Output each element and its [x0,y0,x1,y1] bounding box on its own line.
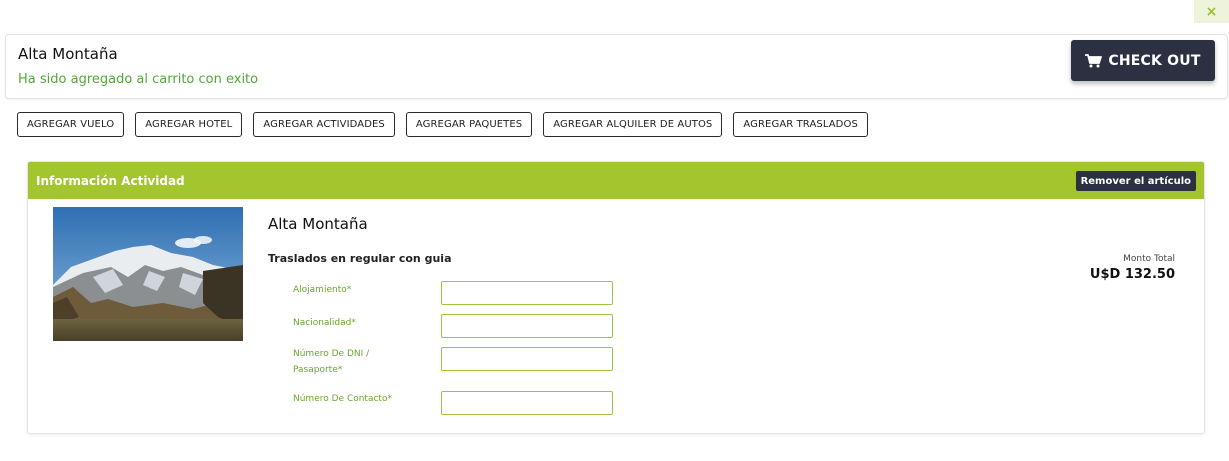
mountain-photo [53,207,243,341]
lodging-label: Alojamiento* [293,285,352,295]
add-activities-button[interactable]: AGREGAR ACTIVIDADES [253,112,395,137]
add-flight-button[interactable]: AGREGAR VUELO [17,112,125,137]
cart-notification: Alta Montaña Ha sido agregado al carrito… [5,34,1228,99]
activity-card-header-title: Información Actividad [36,173,185,188]
add-transfers-button[interactable]: AGREGAR TRASLADOS [733,112,868,137]
nationality-input[interactable] [441,314,613,338]
remove-item-button[interactable]: Remover el artículo [1075,171,1196,191]
activity-subtitle: Traslados en regular con guia [268,252,452,265]
activity-card: Información Actividad Remover el artícul… [27,161,1205,434]
activity-card-header: Información Actividad Remover el artícul… [28,162,1204,199]
close-icon[interactable]: × [1194,0,1229,23]
notification-title: Alta Montaña [18,45,118,63]
activity-title: Alta Montaña [268,215,368,233]
add-packages-button[interactable]: AGREGAR PAQUETES [405,112,533,137]
id-number-label: Número De DNI / Pasaporte* [293,349,370,375]
checkout-button[interactable]: CHECK OUT [1071,40,1215,81]
checkout-label: CHECK OUT [1108,52,1201,69]
lodging-input[interactable] [441,281,613,305]
total-label: Monto Total [1123,254,1175,264]
notification-message: Ha sido agregado al carrito con exito [18,72,259,87]
add-service-bar: AGREGAR VUELO AGREGAR HOTEL AGREGAR ACTI… [17,112,868,137]
contact-number-label: Número De Contacto* [293,394,392,404]
add-car-rental-button[interactable]: AGREGAR ALQUILER DE AUTOS [543,112,723,137]
contact-number-input[interactable] [441,391,613,415]
id-number-input[interactable] [441,347,613,371]
cart-icon [1085,53,1103,68]
nationality-label: Nacionalidad* [293,318,356,328]
total-amount: U$D 132.50 [1089,267,1175,282]
add-hotel-button[interactable]: AGREGAR HOTEL [135,112,243,137]
